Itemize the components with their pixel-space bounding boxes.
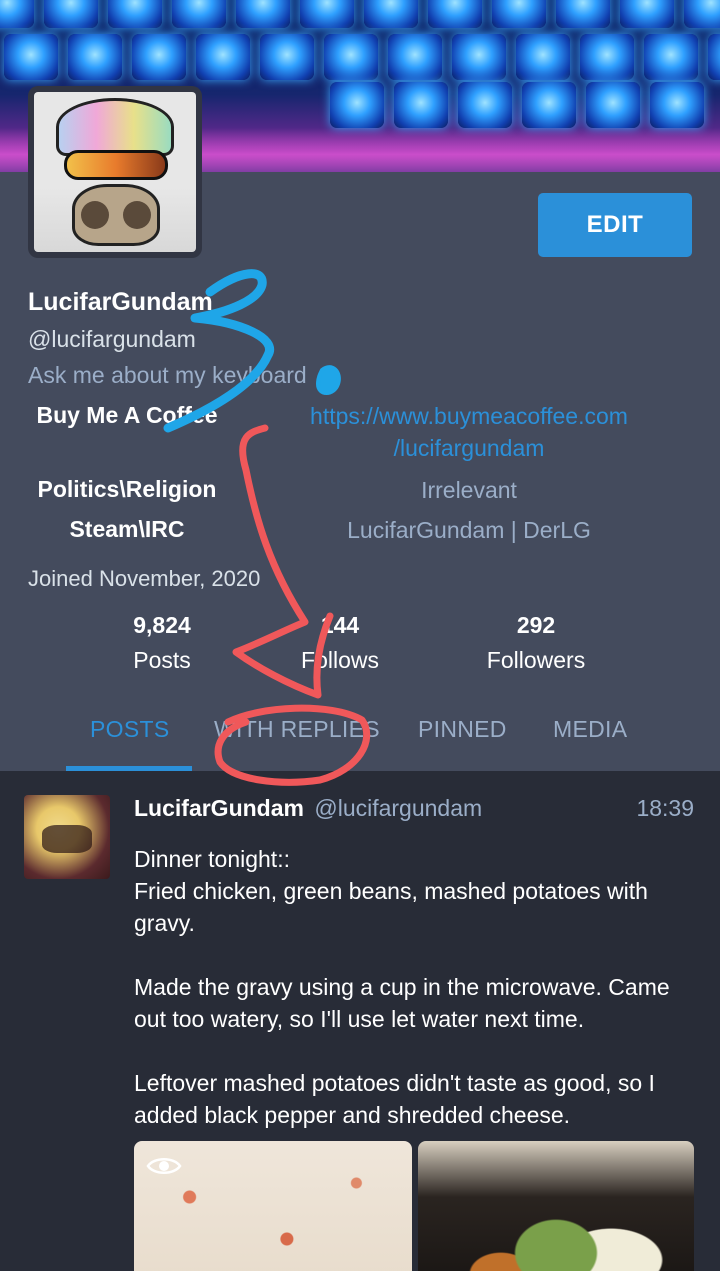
status-item[interactable]: LucifarGundam @lucifargundam 18:39 Dinne… — [0, 771, 720, 1271]
stat-followers-label: Followers — [486, 647, 586, 673]
banner-key-row — [4, 34, 720, 80]
status-media-image[interactable] — [418, 1141, 694, 1271]
profile-field-name: Politics\Religion — [37, 476, 217, 502]
tab-with-replies[interactable]: WITH REPLIES — [214, 716, 380, 743]
status-paragraph: Leftover mashed potatoes didn't taste as… — [134, 1070, 655, 1128]
profile-field-name: Steam\IRC — [69, 516, 185, 542]
profile-joined-date: Joined November, 2020 — [28, 566, 261, 591]
profile-field-value: LucifarGundam | DerLG — [347, 517, 591, 543]
stat-followers[interactable]: 292 Followers — [426, 612, 646, 674]
status-header: LucifarGundam @lucifargundam 18:39 — [134, 795, 694, 827]
profile-field-name: Buy Me A Coffee — [36, 402, 218, 428]
status-avatar[interactable] — [24, 795, 110, 879]
status-acct[interactable]: @lucifargundam — [314, 795, 482, 821]
profile-avatar[interactable] — [28, 86, 202, 258]
profile-display-name: LucifarGundam — [28, 288, 213, 316]
status-display-name[interactable]: LucifarGundam — [134, 795, 304, 821]
status-paragraph: Made the gravy using a cup in the microw… — [134, 974, 670, 1032]
tab-media[interactable]: MEDIA — [553, 716, 627, 743]
stat-follows-count: 144 — [320, 612, 360, 638]
status-paragraph: Dinner tonight:: Fried chicken, green be… — [134, 846, 648, 936]
edit-profile-button[interactable]: EDIT — [538, 193, 692, 257]
profile-tabs: POSTS WITH REPLIES PINNED MEDIA — [0, 702, 720, 771]
eye-icon[interactable] — [146, 1155, 182, 1177]
profile-field-link-line1[interactable]: https://www.buymeacoffee.com — [254, 400, 684, 432]
stat-follows-label: Follows — [301, 647, 379, 673]
profile-bio: Ask me about my keyboard — [28, 362, 307, 388]
tab-pinned[interactable]: PINNED — [418, 716, 507, 743]
profile-acct: @lucifargundam — [28, 326, 196, 352]
profile-field-link-line2[interactable]: /lucifargundam — [254, 432, 684, 464]
profile-field-link[interactable]: https://www.buymeacoffee.com /lucifargun… — [254, 400, 684, 464]
stat-follows[interactable]: 144 Follows — [230, 612, 450, 674]
banner-key-row — [0, 0, 720, 28]
tab-posts[interactable]: POSTS — [90, 716, 169, 743]
profile-card: EDIT LucifarGundam @lucifargundam Ask me… — [0, 172, 720, 771]
banner-key-row — [330, 82, 704, 128]
stat-followers-count: 292 — [516, 612, 556, 638]
status-timestamp[interactable]: 18:39 — [636, 795, 694, 822]
status-media-image[interactable] — [134, 1141, 412, 1271]
profile-field-value: Irrelevant — [421, 477, 517, 503]
status-content: Dinner tonight:: Fried chicken, green be… — [134, 843, 704, 1131]
